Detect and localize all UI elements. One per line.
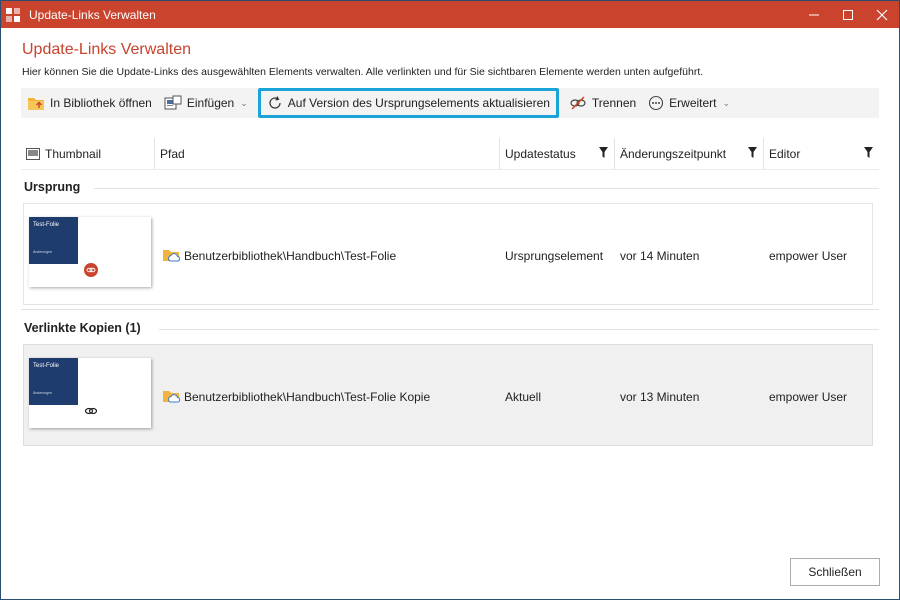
minimize-button[interactable] <box>797 1 831 28</box>
update-to-origin-label: Auf Version des Ursprungselements aktual… <box>287 96 550 110</box>
more-icon <box>648 95 664 111</box>
advanced-button[interactable]: Erweitert ⌄ <box>642 91 736 115</box>
toolbar: In Bibliothek öffnen Einfügen ⌄ Auf Vers… <box>21 88 879 118</box>
slide-thumbnail[interactable]: Test-Folie Änderungen <box>29 358 151 428</box>
open-library-button[interactable]: In Bibliothek öffnen <box>21 91 158 115</box>
column-changed[interactable]: Änderungszeitpunkt <box>615 138 764 169</box>
maximize-button[interactable] <box>831 1 865 28</box>
column-status[interactable]: Updatestatus <box>500 138 615 169</box>
chevron-down-icon: ⌄ <box>722 97 731 108</box>
group-divider <box>94 188 879 189</box>
row-path-text: Benutzerbibliothek\Handbuch\Test-Folie K… <box>184 389 431 404</box>
close-button[interactable]: Schließen <box>790 558 880 586</box>
column-changed-label: Änderungszeitpunkt <box>620 146 727 161</box>
column-thumbnail-label: Thumbnail <box>45 146 102 161</box>
insert-button[interactable]: Einfügen ⌄ <box>158 91 254 115</box>
broken-link-icon <box>569 95 587 111</box>
row-changed: vor 14 Minuten <box>620 249 700 263</box>
filter-icon[interactable] <box>748 147 757 161</box>
group-divider <box>159 329 879 330</box>
row-path-text: Benutzerbibliothek\Handbuch\Test-Folie <box>184 248 397 263</box>
group-divider <box>21 309 879 310</box>
origin-link-icon <box>84 263 98 280</box>
insert-label: Einfügen <box>186 96 235 110</box>
column-editor[interactable]: Editor <box>764 138 879 169</box>
row-status: Aktuell <box>505 390 542 404</box>
row-editor: empower User <box>769 390 848 404</box>
advanced-label: Erweitert <box>669 96 717 110</box>
column-path[interactable]: Pfad <box>155 138 500 169</box>
slide-thumbnail[interactable]: Test-Folie Änderungen <box>29 217 151 287</box>
close-icon <box>876 9 888 20</box>
thumb-subtitle: Änderungen <box>33 391 53 395</box>
row-path: Benutzerbibliothek\Handbuch\Test-Folie <box>163 248 396 263</box>
title-bar[interactable]: Update-Links Verwalten <box>1 1 899 28</box>
table-row[interactable]: Test-Folie Änderungen Benutzerbibliothek… <box>23 203 873 305</box>
column-status-label: Updatestatus <box>505 146 576 161</box>
thumb-title: Test-Folie <box>33 222 60 228</box>
column-path-label: Pfad <box>160 146 185 161</box>
chevron-down-icon: ⌄ <box>240 97 248 108</box>
thumb-title: Test-Folie <box>33 363 60 369</box>
row-path: Benutzerbibliothek\Handbuch\Test-Folie K… <box>163 389 430 404</box>
maximize-icon <box>843 9 853 20</box>
filter-icon[interactable] <box>599 147 608 161</box>
filter-icon[interactable] <box>864 147 873 161</box>
folder-upload-icon <box>27 95 45 111</box>
page-description: Hier können Sie die Update-Links des aus… <box>22 66 704 78</box>
insert-slide-icon <box>164 95 182 111</box>
image-icon <box>26 147 40 160</box>
dialog-window: Update-Links Verwalten Update-Links Verw… <box>0 0 900 600</box>
group-copies-label: Verlinkte Kopien (1) <box>24 321 141 335</box>
thumb-subtitle: Änderungen <box>33 250 53 254</box>
table-row[interactable]: Test-Folie Änderungen Benutzerbibliothek… <box>23 344 873 446</box>
row-status: Ursprungselement <box>505 249 604 263</box>
disconnect-button[interactable]: Trennen <box>563 91 642 115</box>
minimize-icon <box>809 14 819 15</box>
column-editor-label: Editor <box>769 146 801 161</box>
chain-link-icon <box>84 405 98 419</box>
window-title: Update-Links Verwalten <box>29 7 156 22</box>
cloud-folder-icon <box>163 389 181 404</box>
group-origin-label: Ursprung <box>24 180 81 194</box>
cloud-folder-icon <box>163 248 181 263</box>
page-title: Update-Links Verwalten <box>22 41 191 58</box>
close-window-button[interactable] <box>865 1 899 28</box>
column-thumbnail[interactable]: Thumbnail <box>21 138 155 169</box>
app-logo-icon <box>5 7 21 23</box>
disconnect-label: Trennen <box>591 96 637 110</box>
column-header-row: Thumbnail Pfad Updatestatus Änderungszei… <box>21 138 879 170</box>
open-library-label: In Bibliothek öffnen <box>50 96 152 110</box>
update-to-origin-button[interactable]: Auf Version des Ursprungselements aktual… <box>257 88 559 118</box>
refresh-icon <box>267 95 283 111</box>
row-changed: vor 13 Minuten <box>620 390 700 404</box>
row-editor: empower User <box>769 249 848 263</box>
